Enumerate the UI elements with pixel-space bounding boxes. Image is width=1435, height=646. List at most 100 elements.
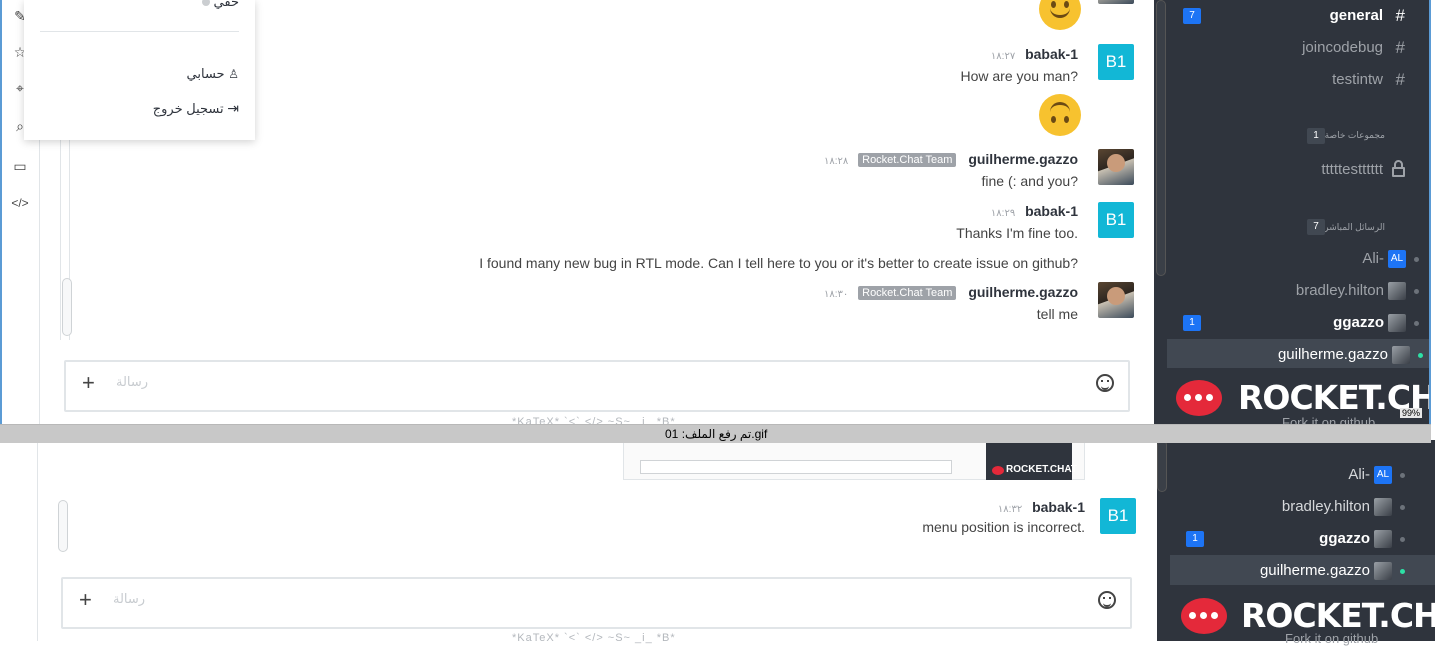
message-username[interactable]: babak-1 <box>1032 499 1085 515</box>
dm-name: bradley.hilton <box>1295 282 1384 299</box>
add-attachment-icon[interactable]: + <box>82 372 95 394</box>
avatar[interactable] <box>1098 282 1134 318</box>
avatar <box>1374 530 1392 549</box>
section-count: 7 <box>1307 219 1325 235</box>
sidebar-scrollbar[interactable] <box>1157 440 1167 492</box>
avatar <box>1392 346 1410 365</box>
upload-status-bar: تم رفع الملف: 01.gif <box>0 424 1431 443</box>
unread-badge: 1 <box>1186 531 1204 547</box>
sidebar-dm-bradley[interactable]: bradley.hilton <box>1281 498 1405 517</box>
role-badge: Rocket.Chat Team <box>858 153 957 167</box>
message-composer[interactable]: + رسالة <box>64 360 1130 412</box>
message-header: ١٨:٢٧ babak-1 <box>960 46 1078 62</box>
avatar[interactable]: B1 <box>1100 498 1136 534</box>
section-count: 1 <box>1307 128 1325 144</box>
sidebar-dm-ali[interactable]: Ali- AL <box>1348 466 1405 485</box>
hash-icon: # <box>1395 6 1405 25</box>
avatar <box>1388 314 1406 333</box>
avatar: AL <box>1374 466 1392 485</box>
sidebar-dm-ali[interactable]: Ali- AL <box>1362 250 1419 269</box>
message-scrollbar[interactable] <box>58 500 68 552</box>
status-dot <box>1414 288 1419 294</box>
status-dot <box>1414 320 1419 326</box>
menu-item-status[interactable]: خفي <box>201 0 239 10</box>
sidebar-group-tttttestttttt[interactable]: tttttestttttt <box>1321 161 1383 178</box>
message-item: ١٨:٢٩ babak-1 Thanks I'm fine too. I fou… <box>479 203 1078 271</box>
logo-icon <box>1176 380 1222 416</box>
sidebar: Ali- AL bradley.hilton 1 ggazzo guilherme… <box>1157 440 1435 646</box>
hash-icon: # <box>1395 70 1405 89</box>
menu-item-logout[interactable]: ⇥ تسجيل خروج <box>153 100 239 117</box>
message-header: ١٨:٢٩ babak-1 <box>479 203 1078 219</box>
dm-name: ggazzo <box>1333 314 1384 331</box>
menu-item-label: حسابي <box>186 66 225 81</box>
avatar <box>1374 562 1392 581</box>
dm-name: bradley.hilton <box>1281 498 1370 515</box>
status-dot <box>1418 352 1423 358</box>
sidebar-dm-guilherme[interactable]: guilherme.gazzo <box>1277 346 1423 365</box>
thumbnail-logo-icon <box>992 466 1004 475</box>
section-direct-messages: الرسائل المباشرة <box>1319 222 1385 232</box>
rocket-chat-logo: ROCKET.CHAT Fork it on github <box>1157 588 1435 646</box>
sidebar-dm-bradley[interactable]: bradley.hilton <box>1295 282 1419 301</box>
avatar[interactable] <box>1098 0 1134 4</box>
message-text: tell me <box>1036 306 1078 322</box>
add-attachment-icon[interactable]: + <box>79 589 92 611</box>
status-dot <box>1414 256 1419 262</box>
message-item: ١٨:٣٠ Rocket.Chat Team guilherme.gazzo t… <box>824 284 1078 322</box>
avatar[interactable]: B1 <box>1098 44 1134 80</box>
emoji-picker-icon[interactable] <box>1096 374 1114 392</box>
role-badge: Rocket.Chat Team <box>858 286 957 300</box>
composer-placeholder: رسالة <box>113 591 146 606</box>
sidebar-channel-testintw[interactable]: testintw <box>1332 71 1383 88</box>
menu-item-label: خفي <box>213 0 239 9</box>
dm-name: guilherme.gazzo <box>1259 562 1370 579</box>
sidebar-dm-guilherme[interactable]: guilherme.gazzo <box>1259 562 1405 581</box>
menu-divider <box>40 31 239 32</box>
menu-item-label: تسجيل خروج <box>152 101 224 116</box>
avatar[interactable] <box>1098 149 1134 185</box>
logo-icon <box>1181 598 1227 634</box>
sidebar-dm-ggazzo[interactable]: ggazzo <box>1333 314 1419 333</box>
message-username[interactable]: guilherme.gazzo <box>968 151 1078 167</box>
upload-percent: 99% <box>1400 408 1423 418</box>
code-icon[interactable]: </> <box>11 196 29 210</box>
sidebar: 7 general # joincodebug # testintw # مجم… <box>1154 0 1429 441</box>
message-header: ١٨:٣٠ Rocket.Chat Team guilherme.gazzo <box>824 284 1078 300</box>
message-composer[interactable]: + رسالة <box>61 577 1132 629</box>
dm-name: Ali- <box>1362 250 1384 267</box>
github-link[interactable]: Fork it on github <box>1285 631 1378 646</box>
status-dot <box>1400 536 1405 542</box>
avatar: AL <box>1388 250 1406 269</box>
thumbnail-logo-text: ROCKET.CHAT <box>1006 464 1077 475</box>
message-username[interactable]: guilherme.gazzo <box>968 284 1078 300</box>
message-time: ١٨:٢٧ <box>990 51 1016 62</box>
uploaded-image-thumbnail[interactable]: ROCKET.CHAT <box>623 440 1085 480</box>
formatting-hint: *KaTeX* `<` </> ~S~ _i_ *B* <box>512 632 676 644</box>
status-dot <box>201 0 210 6</box>
sidebar-dm-ggazzo[interactable]: ggazzo <box>1319 530 1405 549</box>
emoji-upside-down-icon <box>1039 94 1081 136</box>
hash-icon: # <box>1395 38 1405 57</box>
avatar[interactable]: B1 <box>1098 202 1134 238</box>
sidebar-channel-joincodebug[interactable]: joincodebug <box>1302 39 1383 56</box>
logout-icon: ⇥ <box>227 100 239 116</box>
message-username[interactable]: babak-1 <box>1025 203 1078 219</box>
sidebar-channel-general[interactable]: general <box>1330 7 1383 24</box>
section-private-groups: مجموعات خاصة <box>1324 130 1385 140</box>
menu-item-account[interactable]: ♙ حسابي <box>187 66 239 82</box>
emoji-picker-icon[interactable] <box>1098 591 1116 609</box>
message-item: ١٨:٣٢ babak-1 menu position is incorrect… <box>922 499 1085 535</box>
upload-status-text: تم رفع الملف: 01.gif <box>665 427 768 441</box>
sidebar-scrollbar[interactable] <box>1156 0 1166 276</box>
emoji-smile-icon <box>1039 0 1081 30</box>
video-icon[interactable]: ▭ <box>11 158 29 175</box>
dm-name: guilherme.gazzo <box>1277 346 1388 363</box>
message-time: ١٨:٢٩ <box>990 208 1016 219</box>
user-icon: ♙ <box>228 67 239 81</box>
dm-name: ggazzo <box>1319 530 1370 547</box>
account-menu: خفي ♙ حسابي ⇥ تسجيل خروج <box>24 0 255 140</box>
message-scrollbar[interactable] <box>62 278 72 336</box>
message-username[interactable]: babak-1 <box>1025 46 1078 62</box>
message-text: Thanks I'm fine too. <box>956 225 1078 241</box>
